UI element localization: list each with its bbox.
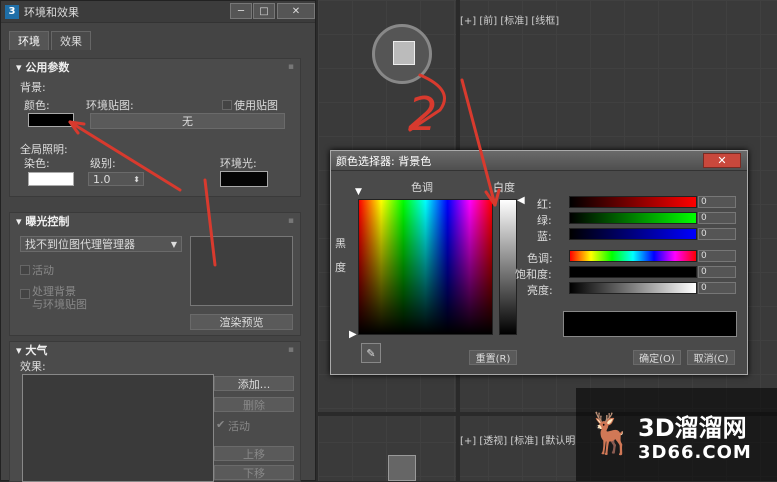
annotation-number: 2 <box>408 87 437 141</box>
watermark: 🦌 3D溜溜网 3D66.COM <box>576 388 777 481</box>
watermark-url: 3D66.COM <box>638 442 752 463</box>
annotation-arrow <box>460 78 497 207</box>
watermark-title: 3D溜溜网 <box>638 414 747 442</box>
annotation-arrow <box>68 120 182 192</box>
deer-logo-icon: 🦌 <box>586 411 636 457</box>
annotation-stroke <box>203 178 217 267</box>
